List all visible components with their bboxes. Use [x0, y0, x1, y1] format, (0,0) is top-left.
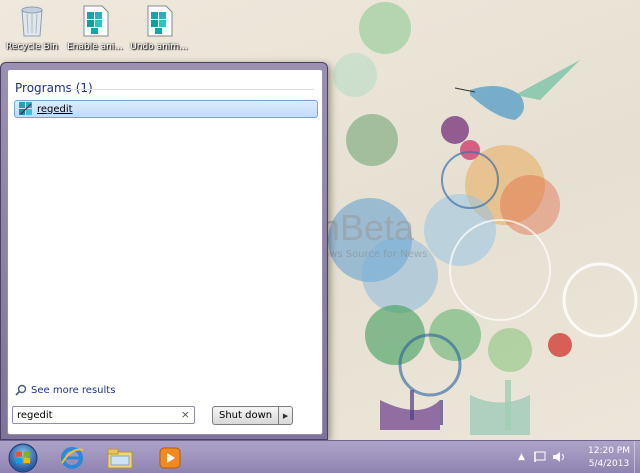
volume-icon[interactable] — [552, 451, 566, 463]
taskbar-windows-explorer[interactable] — [100, 443, 140, 472]
search-result-regedit[interactable]: regedit — [14, 100, 318, 118]
taskbar-internet-explorer[interactable] — [52, 443, 92, 472]
shutdown-group: Shut down ▶ — [212, 406, 294, 425]
internet-explorer-icon — [61, 446, 84, 469]
shutdown-button[interactable]: Shut down — [212, 406, 279, 425]
windows-orb-icon — [8, 443, 38, 472]
see-more-results-link[interactable]: See more results — [15, 384, 115, 396]
search-input[interactable] — [17, 409, 177, 421]
registry-file-icon — [147, 5, 173, 37]
start-button[interactable] — [3, 442, 43, 473]
search-result-label: regedit — [37, 103, 73, 115]
regedit-icon — [19, 102, 32, 115]
show-hidden-icons-icon[interactable]: ▲ — [518, 452, 525, 462]
clock[interactable]: 12:20 PM 5/4/2013 — [588, 445, 630, 471]
desktop-icon-undo-animations[interactable]: Undo anim... — [129, 4, 189, 62]
desktop-icon-recycle-bin[interactable]: Recycle Bin — [2, 4, 62, 62]
media-player-icon — [159, 447, 181, 468]
desktop-icon-label: Undo anim... — [130, 42, 188, 52]
desktop-icon-enable-animations[interactable]: Enable ani... — [65, 4, 125, 62]
start-menu-left-pane: Programs (1) regedit See more results — [7, 69, 323, 435]
action-center-flag-icon[interactable] — [534, 451, 548, 463]
start-menu: Programs (1) regedit See more results — [0, 62, 328, 440]
shutdown-label: Shut down — [219, 410, 273, 421]
registry-file-icon — [83, 5, 109, 37]
desktop-icon-label: Recycle Bin — [6, 42, 58, 52]
taskbar-media-player[interactable] — [150, 443, 190, 472]
see-more-results-label: See more results — [31, 384, 116, 396]
search-icon — [15, 384, 27, 396]
clock-date: 5/4/2013 — [588, 459, 630, 469]
taskbar: ▲ 12:20 PM 5/4/2013 — [0, 440, 640, 473]
chevron-right-icon: ▶ — [282, 411, 289, 420]
programs-group-header: Programs (1) — [15, 81, 93, 95]
windows-explorer-icon — [107, 448, 133, 468]
start-search-box[interactable]: × — [12, 406, 195, 424]
recycle-bin-icon — [21, 6, 43, 37]
shutdown-options-button[interactable]: ▶ — [278, 406, 294, 425]
clear-search-icon[interactable]: × — [181, 408, 190, 421]
system-tray: ▲ 12:20 PM 5/4/2013 — [512, 441, 640, 473]
desktop-icon-label: Enable ani... — [67, 42, 123, 52]
show-desktop-button[interactable] — [634, 441, 640, 473]
programs-divider — [70, 89, 314, 90]
clock-time: 12:20 PM — [588, 446, 630, 456]
